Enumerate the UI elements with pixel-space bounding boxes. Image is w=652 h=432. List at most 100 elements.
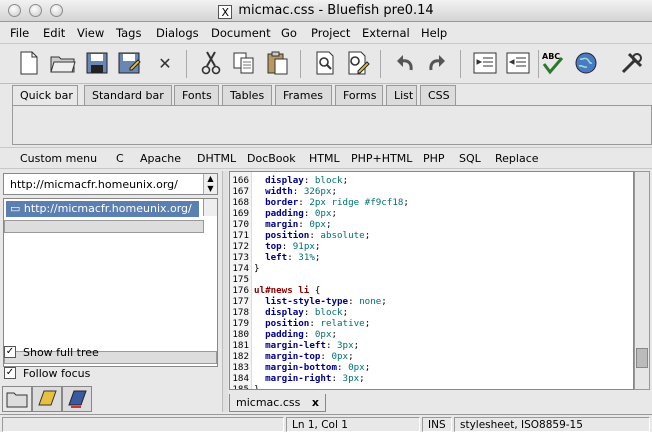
custom-menu[interactable]: Custom menu (20, 152, 97, 165)
document-tab[interactable]: micmac.css x (229, 394, 326, 412)
line-number: 175 (232, 274, 249, 285)
menu-go[interactable]: Go (281, 26, 297, 40)
file-browser-pane: http://micmacfr.homeunix.org/ ▲ ▼ ▭ http:… (0, 171, 222, 412)
tab-standard-bar[interactable]: Standard bar (84, 85, 172, 105)
code-text: margin-bottom: 0px; (265, 362, 371, 373)
line-number: 177 (232, 296, 249, 307)
close-icon[interactable]: ✕ (150, 48, 180, 78)
combo-arrow-icon[interactable]: ▲ ▼ (203, 174, 217, 194)
code-text: ul#news li { (254, 285, 320, 296)
menu-file[interactable]: File (10, 26, 29, 40)
editor-scroll-thumb[interactable] (636, 348, 648, 368)
document-tab-close-icon[interactable]: x (312, 396, 319, 409)
line-number: 184 (232, 373, 249, 384)
replace-icon[interactable] (343, 48, 373, 78)
tab-fonts[interactable]: Fonts (174, 85, 219, 105)
custom-menu-html[interactable]: HTML (309, 152, 340, 165)
css-property: margin (265, 219, 299, 230)
find-icon[interactable] (310, 48, 340, 78)
show-full-tree-checkbox[interactable]: ✓ (4, 346, 16, 358)
status-position: Ln 1, Col 1 (286, 417, 420, 432)
filebrowser-tab-icon[interactable] (2, 386, 32, 412)
custom-menu-apache[interactable]: Apache (140, 152, 181, 165)
css-value: 3px (342, 373, 360, 384)
tab-quick-bar[interactable]: Quick bar (12, 85, 78, 106)
custom-menu-php[interactable]: PHP (423, 152, 445, 165)
save-icon[interactable] (82, 48, 112, 78)
spellcheck-icon[interactable]: ABC (538, 48, 568, 78)
custom-menu-c[interactable]: C (116, 152, 124, 165)
copy-icon[interactable] (229, 48, 259, 78)
follow-focus-label: Follow focus (23, 367, 91, 380)
code-text: border: 2px ridge #f9cf18; (265, 197, 409, 208)
toolbar-separator (186, 50, 187, 78)
css-property: display (265, 175, 304, 186)
unindent-icon[interactable] (503, 48, 533, 78)
tree-row-selected[interactable]: ▭ http://micmacfr.homeunix.org/ (6, 201, 199, 217)
menu-project[interactable]: Project (311, 26, 350, 40)
menu-view[interactable]: View (77, 26, 104, 40)
css-property: top (265, 241, 282, 252)
code-text: position: absolute; (265, 230, 371, 241)
location-combo[interactable]: http://micmacfr.homeunix.org/ ▲ ▼ (3, 173, 218, 195)
code-text: padding: 0px; (265, 208, 338, 219)
paste-icon[interactable] (263, 48, 293, 78)
tree-top-scrollbar[interactable] (203, 199, 217, 216)
css-property: padding (265, 208, 304, 219)
editor-vscrollbar[interactable] (634, 171, 650, 390)
code-text: list-style-type: none; (265, 296, 387, 307)
main-toolbar: ✕ ABC (0, 44, 652, 84)
redo-icon[interactable] (422, 48, 452, 78)
css-value: 0px (314, 208, 332, 219)
menu-document[interactable]: Document (211, 26, 271, 40)
show-full-tree-label: Show full tree (23, 346, 99, 359)
custom-menu-docbook[interactable]: DocBook (247, 152, 296, 165)
css-property: display (265, 307, 304, 318)
line-number: 178 (232, 307, 249, 318)
menu-external[interactable]: External (362, 26, 410, 40)
file-tree[interactable]: ▭ http://micmacfr.homeunix.org/ (3, 198, 218, 367)
css-value: 326px (303, 186, 332, 197)
save-as-icon[interactable] (115, 48, 145, 78)
menu-dialogs[interactable]: Dialogs (156, 26, 199, 40)
css-property: margin-bottom (265, 362, 337, 373)
custom-menu-php-html[interactable]: PHP+HTML (351, 152, 412, 165)
cut-icon[interactable] (196, 48, 226, 78)
css-property: list-style-type (265, 296, 349, 307)
indent-icon[interactable] (470, 48, 500, 78)
css-value: 0px (331, 351, 349, 362)
menu-help[interactable]: Help (421, 26, 447, 40)
toolbar-separator (380, 50, 381, 78)
code-text: top: 91px; (265, 241, 321, 252)
tree-top-hscrollbar[interactable] (4, 220, 204, 233)
preview-icon[interactable] (571, 48, 601, 78)
menu-edit[interactable]: Edit (43, 26, 65, 40)
custom-menu-sql[interactable]: SQL (459, 152, 481, 165)
css-property: width (265, 186, 293, 197)
tab-list[interactable]: List (386, 85, 417, 105)
new-file-icon[interactable] (14, 48, 44, 78)
tab-tables[interactable]: Tables (222, 85, 272, 105)
follow-focus-checkbox[interactable]: ✓ (4, 367, 16, 379)
tree-row-label: http://micmacfr.homeunix.org/ (23, 202, 192, 215)
undo-icon[interactable] (390, 48, 420, 78)
css-value: none (359, 296, 382, 307)
reference-tab-icon[interactable] (62, 386, 92, 412)
tab-forms[interactable]: Forms (335, 85, 383, 105)
open-folder-icon[interactable] (48, 48, 78, 78)
code-text: } (254, 263, 260, 274)
code-editor[interactable]: 166 display: block; 167 width: 326px; 168 … (229, 171, 634, 390)
line-number: 183 (232, 362, 249, 373)
toolbar-separator (460, 50, 461, 78)
bookmarks-tab-icon[interactable] (32, 386, 62, 412)
css-value: 3px (337, 340, 354, 351)
css-property: position (265, 230, 310, 241)
tab-css[interactable]: CSS (420, 85, 456, 105)
tab-frames[interactable]: Frames (275, 85, 332, 105)
pane-divider[interactable] (222, 171, 228, 412)
custom-menu-replace[interactable]: Replace (495, 152, 539, 165)
menu-tags[interactable]: Tags (116, 26, 141, 40)
code-text: margin: 0px; (265, 219, 332, 230)
preferences-icon[interactable] (617, 48, 647, 78)
custom-menu-dhtml[interactable]: DHTML (197, 152, 236, 165)
